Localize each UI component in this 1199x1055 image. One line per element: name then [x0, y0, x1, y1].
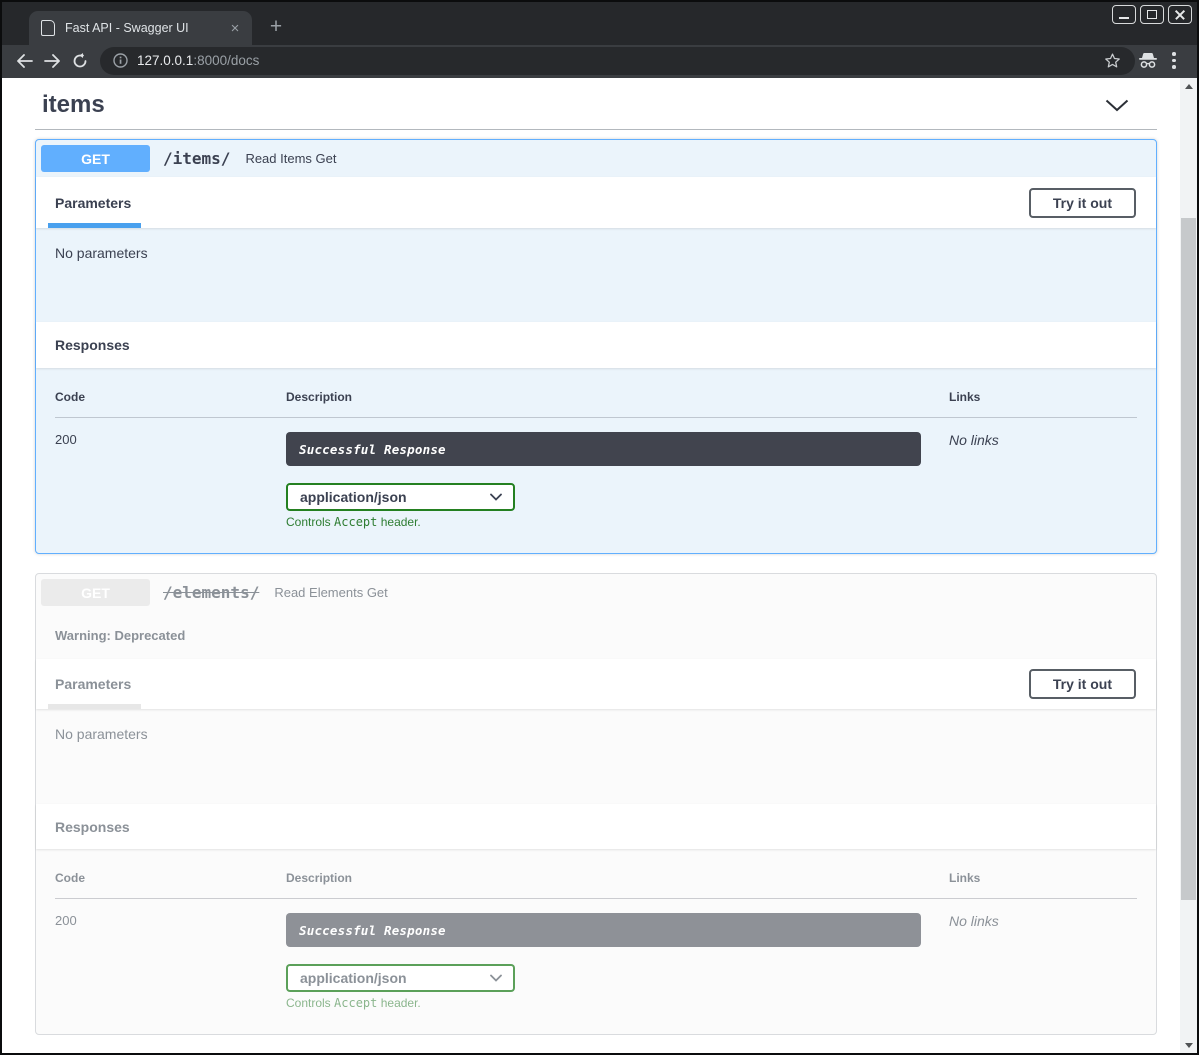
browser-menu-button[interactable]: [1161, 48, 1187, 74]
links-column-header: Links: [949, 390, 1137, 404]
response-description-cell: Successful Response application/json Con…: [286, 432, 949, 529]
try-it-out-button[interactable]: Try it out: [1029, 188, 1136, 218]
browser-toolbar: 127.0.0.1:8000/docs: [2, 45, 1197, 78]
url-host: 127.0.0.1: [137, 53, 193, 68]
tab-close-button[interactable]: ×: [226, 19, 244, 37]
tab-parameters[interactable]: Parameters: [55, 659, 131, 709]
response-row-200: 200 Successful Response application/json…: [55, 899, 1137, 1010]
links-cell: No links: [949, 913, 1137, 1010]
method-badge: GET: [41, 145, 150, 172]
kebab-menu-icon: [1172, 52, 1176, 69]
responses-title: Responses: [55, 337, 130, 353]
reload-icon: [72, 53, 88, 69]
forward-button[interactable]: [38, 47, 66, 75]
links-cell: No links: [949, 432, 1137, 529]
endpoint-summary: Read Elements Get: [274, 585, 387, 600]
responses-table-head: Code Description Links: [55, 390, 1137, 418]
description-column-header: Description: [286, 390, 949, 404]
document-icon: [41, 20, 55, 36]
media-type-select[interactable]: application/json: [286, 483, 515, 511]
operation-summary[interactable]: GET /items/ Read Items Get: [36, 140, 1156, 177]
response-description-block: Successful Response: [286, 432, 921, 466]
media-type-select[interactable]: application/json: [286, 964, 515, 992]
close-icon: [1175, 10, 1185, 20]
links-column-header: Links: [949, 871, 1137, 885]
code-column-header: Code: [55, 390, 286, 404]
incognito-button[interactable]: [1135, 48, 1161, 74]
opblock-get-elements-deprecated: GET /elements/ Read Elements Get Warning…: [35, 573, 1157, 1035]
browser-tab[interactable]: Fast API - Swagger UI ×: [29, 11, 252, 45]
no-parameters-text: No parameters: [55, 245, 148, 261]
no-parameters-text: No parameters: [55, 726, 148, 742]
triangle-up-icon: [1185, 84, 1193, 89]
accept-header-note: Controls Accept header.: [286, 515, 949, 529]
page-scrollbar[interactable]: [1180, 78, 1197, 1053]
url-path: :8000/docs: [193, 53, 259, 68]
media-type-value: application/json: [300, 970, 407, 986]
endpoint-path: /items/: [163, 149, 230, 168]
maximize-icon: [1147, 10, 1157, 19]
window-controls: [1112, 5, 1192, 24]
tab-parameters[interactable]: Parameters: [55, 177, 131, 228]
reload-button[interactable]: [66, 47, 94, 75]
star-icon: [1104, 52, 1121, 69]
browser-window: Fast API - Swagger UI × + 127.0.0.1:8000…: [0, 0, 1199, 1055]
accept-header-note: Controls Accept header.: [286, 996, 949, 1010]
endpoint-path: /elements/: [163, 583, 259, 602]
forward-arrow-icon: [44, 54, 61, 68]
responses-title: Responses: [55, 819, 130, 835]
deprecation-warning: Warning: Deprecated: [36, 611, 1156, 659]
responses-body: Code Description Links 200 Successful Re…: [36, 849, 1156, 1034]
minimize-icon: [1119, 17, 1129, 19]
scrollbar-thumb[interactable]: [1181, 218, 1196, 900]
responses-header: Responses: [36, 804, 1156, 849]
parameters-body: No parameters: [36, 709, 1156, 804]
window-close-button[interactable]: [1168, 5, 1192, 24]
url-text: 127.0.0.1:8000/docs: [137, 53, 259, 68]
tab-strip: Fast API - Swagger UI × +: [2, 2, 1197, 45]
opblock-get-items: GET /items/ Read Items Get Parameters Tr…: [35, 139, 1157, 554]
maximize-button[interactable]: [1140, 5, 1164, 24]
try-it-out-button[interactable]: Try it out: [1029, 669, 1136, 699]
responses-body: Code Description Links 200 Successful Re…: [36, 368, 1156, 553]
tag-title: items: [42, 91, 105, 119]
back-arrow-icon: [16, 54, 33, 68]
plus-icon: +: [270, 15, 282, 39]
code-column-header: Code: [55, 871, 286, 885]
tab-title: Fast API - Swagger UI: [65, 21, 226, 35]
operation-summary[interactable]: GET /elements/ Read Elements Get: [36, 574, 1156, 611]
description-column-header: Description: [286, 871, 949, 885]
parameters-body: No parameters: [36, 228, 1156, 322]
site-info-icon: [113, 53, 128, 68]
response-row-200: 200 Successful Response application/json…: [55, 418, 1137, 529]
tag-section-items[interactable]: items: [35, 80, 1157, 130]
responses-header: Responses: [36, 322, 1156, 368]
close-icon: ×: [231, 20, 240, 37]
page-content: items GET /items/ Read Items Get Paramet…: [2, 78, 1180, 1053]
parameters-header: Parameters Try it out: [36, 177, 1156, 228]
triangle-down-icon: [1185, 1043, 1193, 1048]
scroll-down-button[interactable]: [1180, 1037, 1197, 1053]
bookmark-button[interactable]: [1099, 48, 1125, 74]
back-button[interactable]: [10, 47, 38, 75]
chevron-down-icon[interactable]: [1105, 99, 1129, 112]
method-badge: GET: [41, 579, 150, 606]
parameters-header: Parameters Try it out: [36, 659, 1156, 709]
select-chevron-icon: [490, 493, 502, 501]
response-code: 200: [55, 432, 286, 529]
minimize-button[interactable]: [1112, 5, 1136, 24]
swagger-page: items GET /items/ Read Items Get Paramet…: [2, 78, 1197, 1053]
response-code: 200: [55, 913, 286, 1010]
response-description-cell: Successful Response application/json Con…: [286, 913, 949, 1010]
new-tab-button[interactable]: +: [262, 13, 290, 41]
scroll-up-button[interactable]: [1180, 78, 1197, 94]
incognito-icon: [1138, 52, 1158, 69]
select-chevron-icon: [490, 974, 502, 982]
response-description-block: Successful Response: [286, 913, 921, 947]
responses-table-head: Code Description Links: [55, 871, 1137, 899]
media-type-value: application/json: [300, 489, 407, 505]
address-bar[interactable]: 127.0.0.1:8000/docs: [100, 47, 1135, 75]
endpoint-summary: Read Items Get: [245, 151, 336, 166]
